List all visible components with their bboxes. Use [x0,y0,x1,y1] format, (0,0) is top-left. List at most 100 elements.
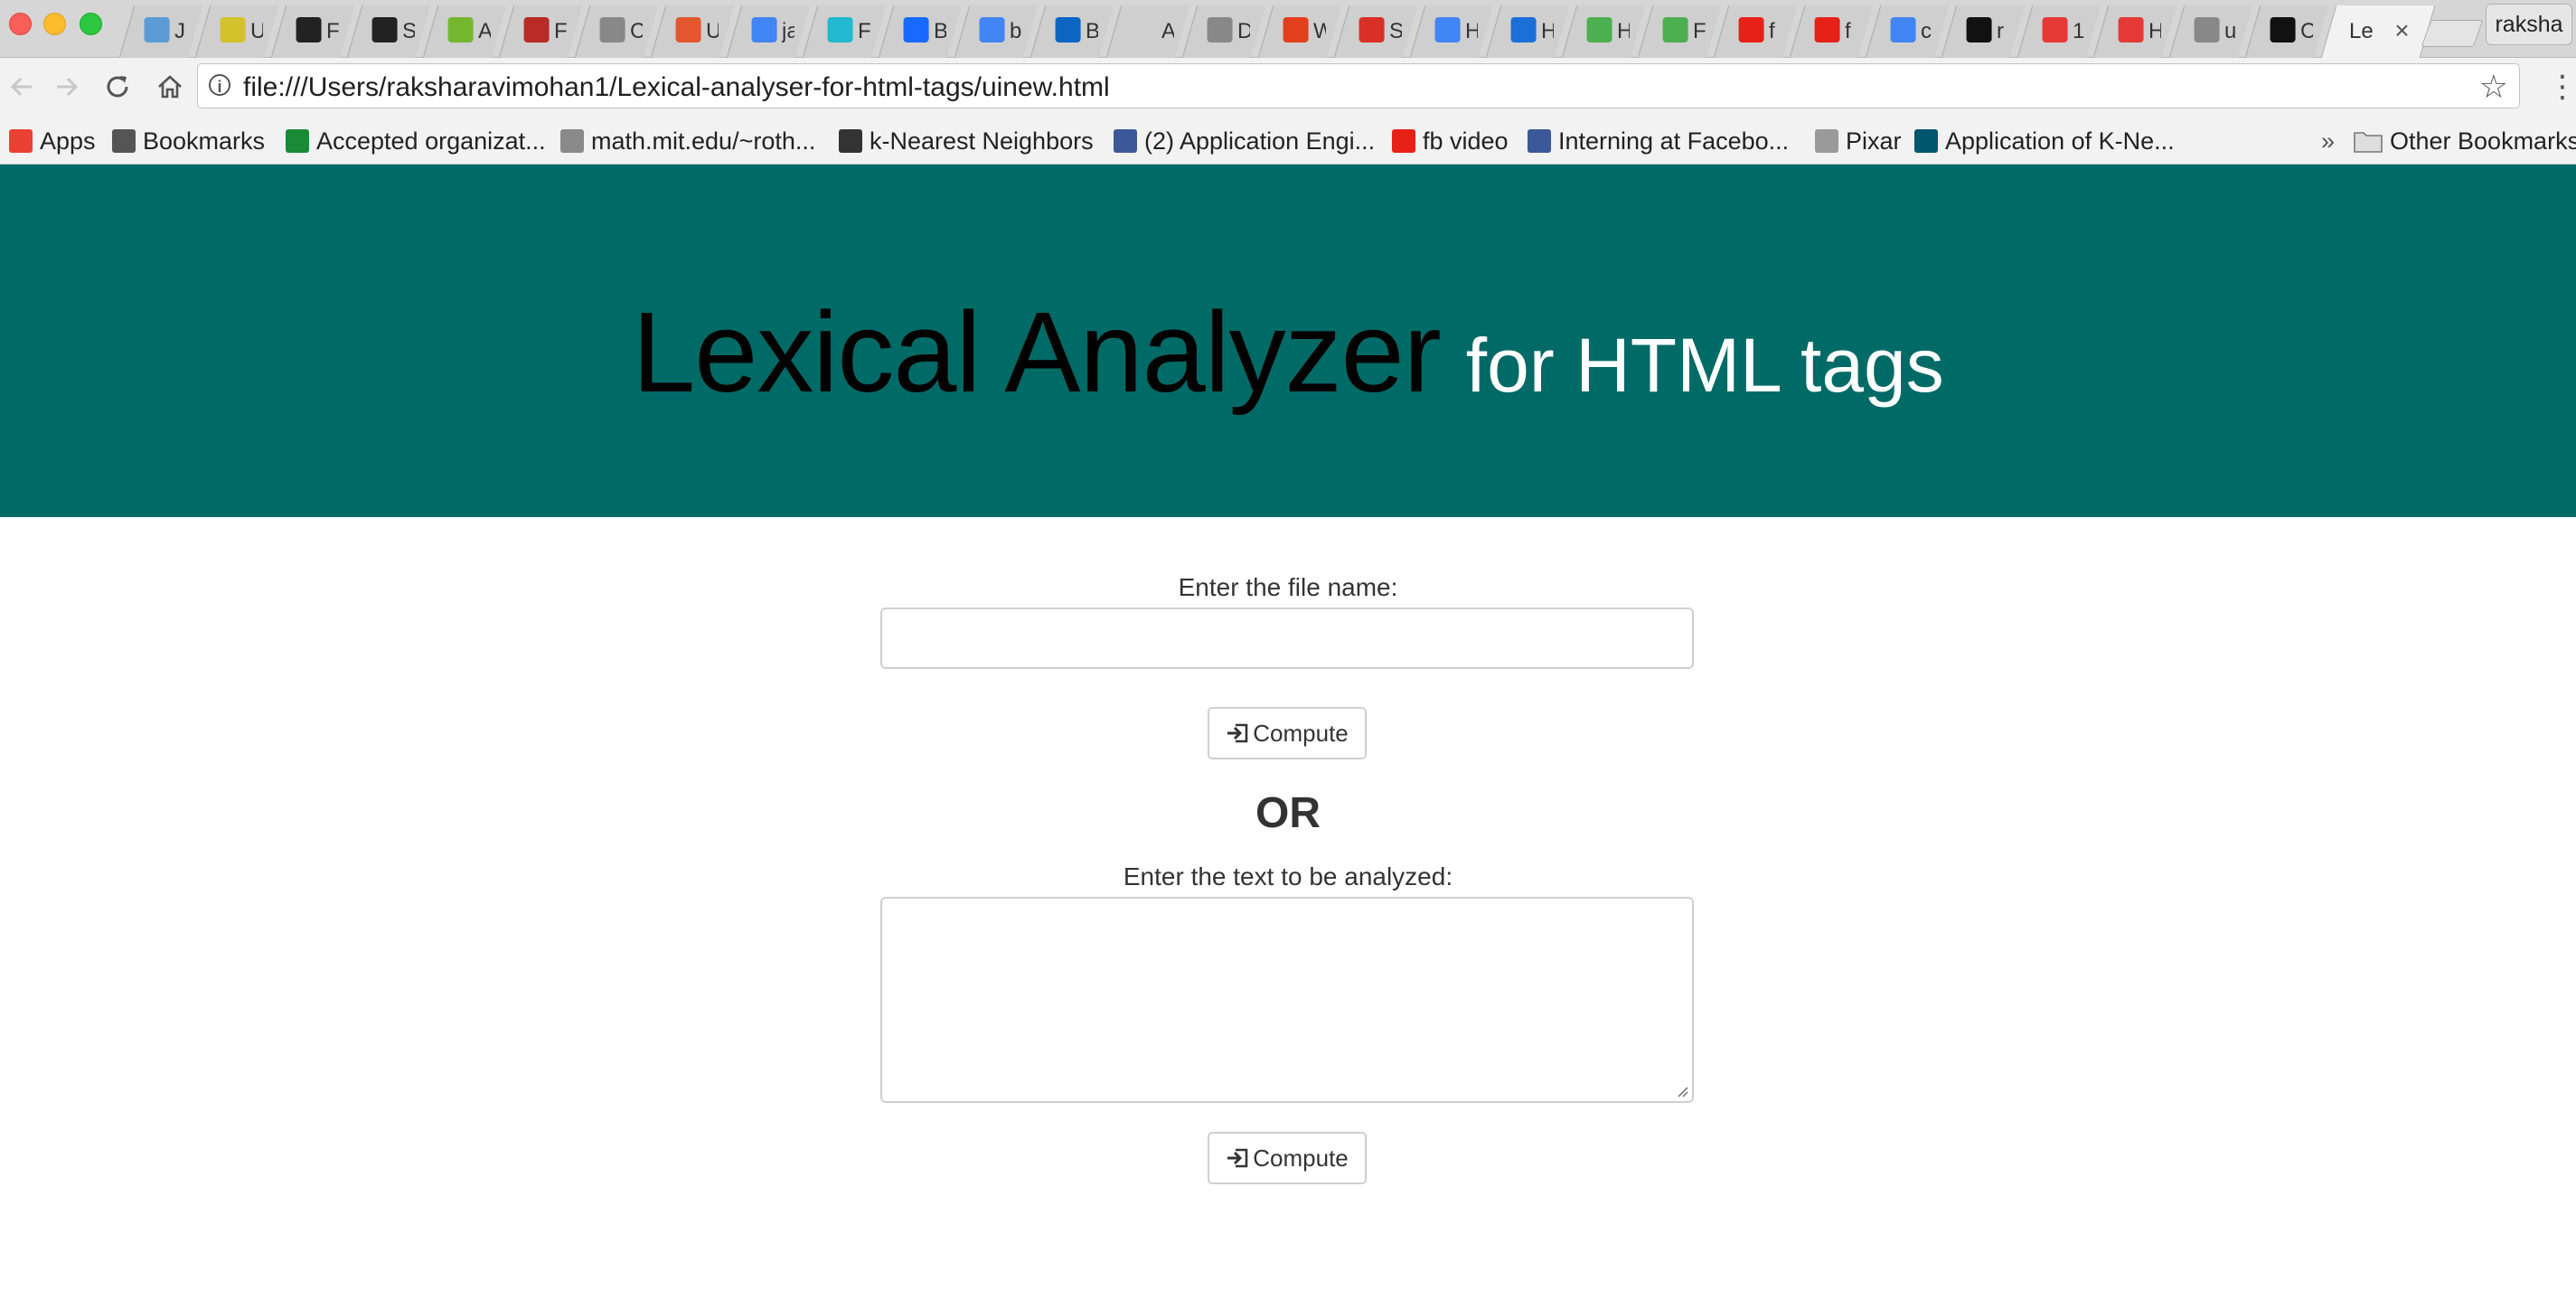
active-browser-tab[interactable]: Le × [2320,5,2436,58]
browser-tab[interactable]: W [1257,5,1342,58]
bookmark-star-icon[interactable]: ☆ [2479,68,2508,106]
more-bookmarks-button[interactable]: » [2321,125,2335,157]
paperclip-icon [1662,17,1688,42]
reload-button[interactable] [98,67,137,107]
browser-tab[interactable]: U [194,5,279,58]
browser-tab-title: C [630,19,643,43]
browser-tab[interactable]: F [270,5,355,58]
browser-tab[interactable]: H [2092,5,2177,58]
bookmark-item[interactable]: fb video [1392,125,1509,157]
forward-button[interactable] [47,67,87,107]
tab-strip: J U F S A F C Uja F Bb B A D W S H H H Ff f c r 1 Hu C Le × raksha [0,0,2576,58]
bookmark-item[interactable]: Pixar [1815,125,1902,157]
reload-icon [107,76,128,98]
browser-tab[interactable]: H [1409,5,1494,58]
bookmark-item[interactable]: math.mit.edu/~roth... [560,125,815,157]
page-header: Lexical Analyzer for HTML tags [0,165,2576,517]
browser-tab[interactable]: J [118,5,203,58]
browser-tab[interactable]: B [1029,5,1114,58]
bookmark-item[interactable]: k-Nearest Neighbors [839,125,1094,157]
swirl-icon [2118,17,2144,42]
arrow-right-icon [57,77,79,97]
browser-tab[interactable]: F [1637,5,1722,58]
browser-tab[interactable]: F [802,5,887,58]
back-button[interactable] [2,67,42,107]
browser-tab[interactable]: 1 [2017,5,2101,58]
profile-button[interactable]: raksha [2486,4,2572,45]
bookmark-item[interactable]: Application of K-Ne... [1914,125,2175,157]
other-bookmarks-folder[interactable]: Other Bookmarks [2354,125,2576,157]
browser-toolbar: i file:///Users/raksharavimohan1/Lexical… [0,58,2576,118]
browser-tab[interactable]: C [2244,5,2329,58]
bookmark-item[interactable]: (2) Application Engi... [1114,125,1375,157]
resize-grip-icon[interactable] [1676,1085,1688,1097]
browser-tab[interactable]: S [1333,5,1418,58]
browser-tab[interactable]: H [1485,5,1570,58]
close-window-button[interactable] [9,13,32,35]
youtube-icon [1814,17,1840,42]
swirl-icon [2042,17,2068,42]
new-tab-button[interactable] [2421,20,2484,47]
graph-icon [839,129,862,153]
browser-tab[interactable]: f [1713,5,1798,58]
c-logo-icon [827,17,853,42]
browser-tab[interactable]: ja [726,5,811,58]
browser-tab-title: f [1769,19,1775,43]
bookmark-item[interactable]: Accepted organizat... [286,125,546,157]
or-separator: OR [1255,789,1321,837]
browser-tab[interactable]: S [346,5,431,58]
browser-tab[interactable]: U [650,5,735,58]
file-name-input[interactable] [880,608,1694,669]
browser-tab[interactable]: D [1181,5,1266,58]
k-logo-icon [1510,17,1537,42]
browser-tab-title: A [478,19,491,43]
main-content: Enter the file name: Compute OR Enter th… [0,517,2576,1300]
browser-tab[interactable]: C [574,5,659,58]
browser-tab[interactable]: r [1941,5,2026,58]
browser-tab-title: B [934,19,946,43]
google-icon [979,17,1005,42]
analyze-text-area[interactable] [880,897,1694,1103]
browser-tab-title: 1 [2073,19,2085,43]
home-button[interactable] [150,67,190,107]
github-icon [2270,17,2296,42]
bookmark-label: Application of K-Ne... [1945,127,2175,155]
zoom-window-button[interactable] [80,13,102,35]
minimize-window-button[interactable] [43,13,66,35]
behance-icon [903,17,929,42]
gmail-icon [1359,17,1385,42]
w3-icon [447,17,474,42]
browser-tab[interactable]: A [422,5,507,58]
youtube-icon [1738,17,1764,42]
github-icon [1966,17,1992,42]
compute-file-button[interactable]: Compute [1208,707,1367,759]
browser-tab[interactable]: u [2168,5,2253,58]
bookmark-item[interactable]: Bookmarks [112,125,265,157]
browser-tab[interactable]: B [878,5,963,58]
browser-tab-title: f [1845,19,1851,43]
browser-tab[interactable]: b [954,5,1039,58]
browser-tab[interactable]: A [1105,5,1190,58]
browser-tab[interactable]: H [1561,5,1646,58]
blank-icon [1131,17,1157,42]
bookmark-item[interactable]: Apps [9,125,96,157]
address-bar[interactable]: i file:///Users/raksharavimohan1/Lexical… [197,63,2520,108]
browser-tab-title: U [250,19,263,43]
browser-tab[interactable]: F [498,5,583,58]
info-icon[interactable]: i [209,74,230,96]
google-icon [1434,17,1461,42]
angellist-icon [296,17,322,42]
kebab-menu-icon[interactable]: ⋮ [2547,69,2576,105]
compute-text-button[interactable]: Compute [1208,1132,1367,1184]
folder-icon [2354,128,2383,161]
browser-tab-title: F [326,19,339,43]
close-tab-icon[interactable]: × [2394,16,2409,45]
quora-icon [523,17,550,42]
active-tab-title: Le [2349,19,2374,43]
bookmark-item[interactable]: Interning at Facebo... [1528,125,1789,157]
browser-tab[interactable]: c [1865,5,1950,58]
flag-icon [286,129,309,153]
url-text[interactable]: file:///Users/raksharavimohan1/Lexical-a… [243,72,1110,103]
bookmark-label: fb video [1423,127,1509,155]
browser-tab[interactable]: f [1789,5,1874,58]
